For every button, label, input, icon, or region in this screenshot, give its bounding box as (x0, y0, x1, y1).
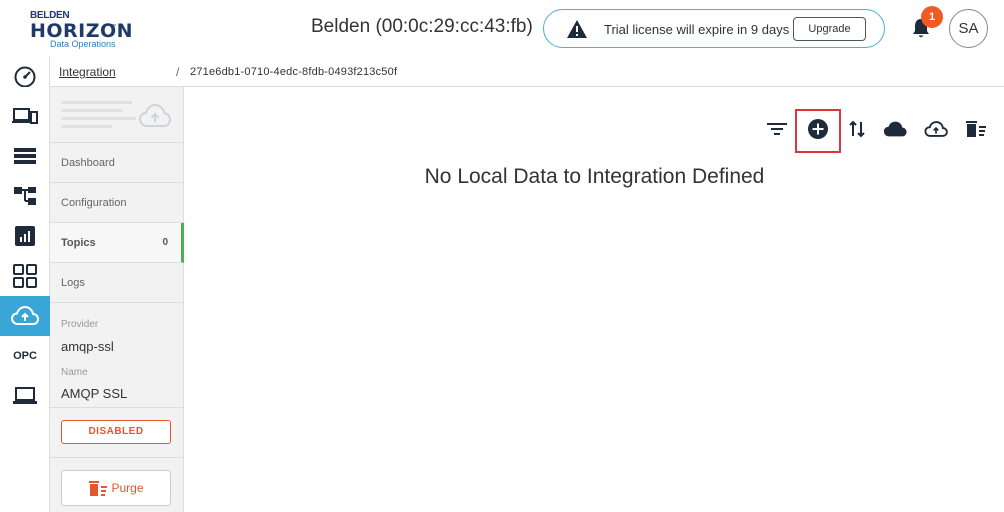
breadcrumb-integration-link[interactable]: Integration (59, 65, 116, 79)
breadcrumb: Integration / 271e6db1-0710-4edc-8fdb-04… (50, 56, 1004, 87)
side-menu-dashboard[interactable]: Dashboard (50, 143, 184, 183)
user-avatar[interactable]: SA (949, 9, 988, 48)
laptop-icon (13, 387, 37, 404)
cloud-filled-icon (883, 121, 907, 137)
report-chart-icon (15, 226, 35, 246)
list-icon (14, 148, 36, 164)
purge-button[interactable]: Purge (61, 470, 171, 506)
belden-horizon-logo[interactable]: BELDEN HORIZON ™ Data Operations (30, 10, 133, 50)
nav-hierarchy[interactable] (0, 176, 50, 216)
notification-count-badge[interactable]: 1 (921, 6, 943, 28)
warning-icon (567, 20, 587, 38)
delete-all-button[interactable] (964, 117, 988, 141)
integration-side-panel: Dashboard Configuration Topics 0 Logs Pr… (50, 87, 184, 512)
purge-label: Purge (111, 481, 144, 495)
status-disabled-button[interactable]: DISABLED (61, 420, 171, 444)
cloud-upload-faint-icon (138, 103, 172, 127)
side-panel-header (50, 87, 184, 143)
name-value: AMQP SSL (61, 386, 128, 401)
provider-value: amqp-ssl (61, 339, 114, 354)
nav-devices[interactable] (0, 96, 50, 136)
cloud-outline-icon (924, 121, 948, 137)
topics-main-content: No Local Data to Integration Defined (185, 87, 1004, 512)
empty-state-message: No Local Data to Integration Defined (424, 165, 765, 188)
breadcrumb-current-id: 271e6db1-0710-4edc-8fdb-0493f213c50f (190, 66, 398, 78)
device-title: Belden (00:0c:29:cc:43:fb) (311, 16, 533, 37)
add-topic-button[interactable] (806, 117, 830, 141)
devices-icon (12, 108, 38, 124)
nav-reports[interactable] (0, 216, 50, 256)
sort-arrows-icon (849, 120, 865, 138)
placeholder-line (62, 117, 136, 120)
nav-opc-label: OPC (13, 350, 37, 362)
side-menu-configuration[interactable]: Configuration (50, 183, 184, 223)
hierarchy-icon (14, 187, 36, 205)
main-navigation: OPC (0, 56, 50, 512)
apps-grid-icon (13, 264, 37, 288)
sort-button[interactable] (845, 117, 869, 141)
placeholder-line (62, 101, 132, 104)
provider-label: Provider (61, 319, 99, 330)
nav-integration[interactable] (0, 296, 50, 336)
delete-list-icon (966, 121, 986, 137)
filter-icon (767, 123, 787, 135)
dashboard-gauge-icon (14, 66, 36, 87)
divider (50, 457, 184, 458)
logo-subtitle: Data Operations (50, 39, 116, 49)
divider (50, 407, 184, 408)
nav-dashboard[interactable] (0, 56, 50, 96)
name-label: Name (61, 367, 88, 378)
side-menu-logs[interactable]: Logs (50, 263, 184, 303)
upgrade-button[interactable]: Upgrade (793, 17, 866, 41)
nav-list[interactable] (0, 136, 50, 176)
nav-apps[interactable] (0, 256, 50, 296)
side-menu-topics-label: Topics (61, 237, 96, 249)
add-circle-icon (808, 119, 828, 139)
cloud-button[interactable] (883, 117, 907, 141)
side-menu-topics[interactable]: Topics 0 (50, 223, 184, 263)
app-header: BELDEN HORIZON ™ Data Operations Belden … (0, 0, 1004, 56)
filter-button[interactable] (765, 117, 789, 141)
placeholder-line (62, 109, 122, 112)
topics-count: 0 (162, 237, 168, 248)
breadcrumb-separator: / (176, 65, 180, 79)
license-banner: Trial license will expire in 9 days Upgr… (543, 9, 885, 48)
license-message: Trial license will expire in 9 days (604, 22, 790, 37)
placeholder-line (62, 125, 112, 128)
nav-opc[interactable]: OPC (0, 336, 50, 376)
nav-edge-devices[interactable] (0, 376, 50, 416)
logo-trademark: ™ (110, 24, 116, 30)
cloud-upload-button[interactable] (924, 117, 948, 141)
delete-list-icon (89, 480, 108, 496)
cloud-upload-icon (11, 306, 39, 325)
